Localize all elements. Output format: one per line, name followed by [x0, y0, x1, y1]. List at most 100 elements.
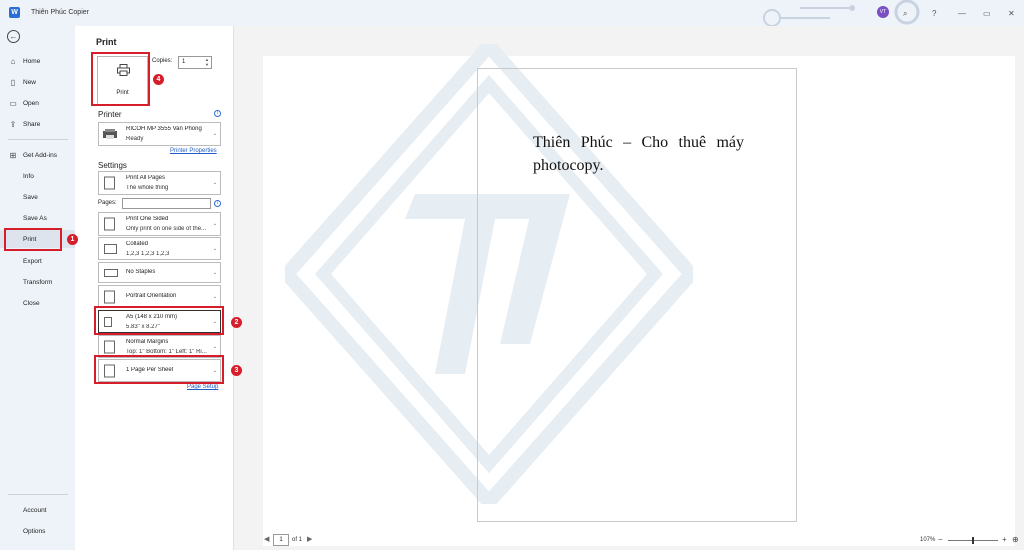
setting-line1: Print One Sided [126, 216, 169, 222]
previous-page-icon[interactable]: ◀ [264, 535, 269, 543]
highlight-paper-size [94, 306, 224, 335]
nav-item-save-as[interactable]: Save As [0, 209, 75, 227]
pages-label: Pages: [98, 200, 117, 206]
setting-line2: Only print on one side of the... [126, 226, 207, 232]
nav-item-label: Save [23, 193, 38, 201]
nav-item-label: Home [23, 57, 41, 65]
highlight-print-nav [4, 228, 62, 251]
step-badge: 3 [231, 365, 242, 376]
nav-item-close[interactable]: Close [0, 294, 75, 312]
setting-line1: Print All Pages [126, 175, 166, 181]
nav-item-label: Save As [23, 214, 47, 222]
chevron-down-icon: ⌄ [212, 180, 217, 186]
step-badge: 1 [67, 234, 78, 245]
chevron-down-icon: ⌄ [212, 245, 217, 252]
zoom-slider-thumb[interactable] [972, 537, 974, 544]
minimize-button[interactable]: — [958, 9, 966, 18]
title-bar: W Thiên Phúc Copier VT ⌕ ? — ▭ ✕ [0, 0, 1024, 26]
nav-item-label: Options [23, 527, 46, 535]
setting-line1: Normal Margins [126, 339, 169, 345]
avatar[interactable]: VT [877, 6, 889, 18]
staple-icon [104, 268, 118, 277]
nav-item-new[interactable]: ▯ New [0, 73, 75, 91]
nav-item-label: New [23, 78, 37, 86]
decorative-circuit-pattern [763, 5, 855, 26]
decorative-ring [894, 0, 920, 25]
nav-divider [8, 494, 68, 495]
nav-item-options[interactable]: Options [0, 522, 75, 540]
nav-item-account[interactable]: Account [0, 501, 75, 519]
nav-item-label: Close [23, 299, 40, 307]
page-number-input[interactable]: 1 [273, 534, 289, 546]
nav-divider [8, 139, 68, 140]
zoom-out-button[interactable]: − [938, 535, 943, 544]
preview-footer: ◀ 1 of 1 ▶ 107% − + ⊕ [262, 530, 1024, 550]
sides-select[interactable]: Print One Sided Only print on one side o… [98, 212, 221, 236]
maximize-button[interactable]: ▭ [983, 9, 991, 18]
margins-icon [104, 340, 115, 353]
nav-item-label: Share [23, 120, 41, 128]
info-icon[interactable]: i [214, 200, 221, 207]
one-sided-icon [104, 217, 115, 231]
chevron-down-icon: ⌄ [212, 269, 217, 276]
back-arrow-icon[interactable]: ← [7, 30, 20, 43]
info-icon[interactable]: i [214, 110, 221, 117]
setting-line1: Portrait Orientation [126, 293, 177, 299]
setting-line2: 1,2,3 1,2,3 1,2,3 [126, 251, 170, 257]
nav-item-label: Export [23, 257, 42, 265]
step-badge: 2 [231, 317, 242, 328]
pages-icon [104, 176, 115, 190]
printer-status: Ready [126, 136, 144, 142]
collated-icon [104, 243, 117, 254]
zoom-to-page-icon[interactable]: ⊕ [1012, 535, 1019, 544]
word-icon: W [9, 7, 20, 18]
printer-heading: Printer [98, 110, 122, 119]
printer-device-icon [103, 129, 117, 139]
nav-item-info[interactable]: Info [0, 167, 75, 185]
nav-item-save[interactable]: Save [0, 188, 75, 206]
page-title: Print [96, 37, 117, 47]
share-icon: ⇪ [9, 119, 17, 129]
page-setup-link[interactable]: Page Setup [187, 384, 218, 390]
staples-select[interactable]: No Staples ⌄ [98, 262, 221, 283]
next-page-icon[interactable]: ▶ [307, 535, 312, 543]
add-ins-icon: ⊞ [9, 150, 17, 160]
nav-item-transform[interactable]: Transform [0, 273, 75, 291]
nav-item-label: Transform [23, 278, 53, 286]
home-icon: ⌂ [10, 56, 16, 66]
nav-item-get-add-ins[interactable]: ⊞ Get Add-ins [0, 146, 75, 164]
new-document-icon: ▯ [10, 77, 16, 87]
page-count: of 1 [292, 537, 303, 543]
printer-properties-link[interactable]: Printer Properties [170, 148, 217, 154]
close-button[interactable]: ✕ [1008, 9, 1015, 18]
help-icon[interactable]: ? [932, 9, 936, 18]
settings-heading: Settings [98, 161, 127, 170]
zoom-level: 107% [920, 537, 936, 543]
nav-item-share[interactable]: ⇪ Share [0, 115, 75, 133]
spinner-arrows-icon[interactable]: ▲ ▼ [205, 57, 209, 67]
highlight-pages-per-sheet [94, 355, 224, 384]
collation-select[interactable]: Collated 1,2,3 1,2,3 1,2,3 ⌄ [98, 237, 221, 260]
print-range-select[interactable]: Print All Pages The whole thing ⌄ [98, 171, 221, 195]
orientation-select[interactable]: Portrait Orientation ⌄ [98, 285, 221, 308]
zoom-in-button[interactable]: + [1002, 535, 1007, 544]
nav-item-export[interactable]: Export [0, 252, 75, 270]
nav-item-label: Account [23, 506, 47, 514]
nav-item-label: Open [23, 99, 39, 107]
copies-label: Copies: [152, 58, 173, 64]
pages-input[interactable] [122, 198, 211, 209]
setting-line1: Collated [126, 241, 149, 247]
nav-item-label: Info [23, 172, 34, 180]
copies-stepper[interactable]: 1 ▲ ▼ [178, 56, 212, 69]
nav-item-label: Get Add-ins [23, 151, 57, 159]
nav-item-open[interactable]: ▭ Open [0, 94, 75, 112]
chevron-down-icon: ⌄ [212, 131, 217, 137]
setting-line1: No Staples [126, 269, 156, 275]
backstage-nav: ← ⌂ Home ▯ New ▭ Open ⇪ Share ⊞ Get Add-… [0, 26, 75, 550]
setting-line2: The whole thing [126, 185, 169, 191]
preview-page: Thiên Phúc – Cho thuê máy photocopy. [477, 68, 797, 522]
portrait-icon [104, 290, 115, 303]
highlight-print-button [91, 52, 150, 106]
nav-item-home[interactable]: ⌂ Home [0, 52, 75, 70]
printer-select[interactable]: RICOH MP 3555 Van Phong Ready ⌄ [98, 122, 221, 146]
